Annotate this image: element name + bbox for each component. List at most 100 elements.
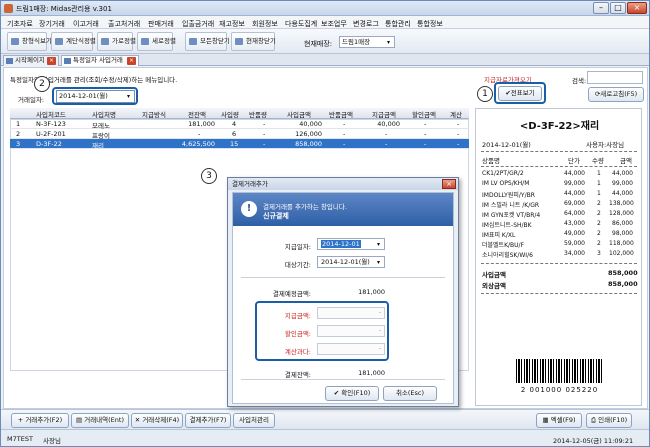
divider bbox=[481, 293, 637, 294]
column-header[interactable]: 지급금액 bbox=[372, 109, 396, 119]
table-row[interactable]: 1 N-3F-123 모레노 181,000 4 - 40,000 - 40,0… bbox=[10, 119, 469, 130]
banner-subtitle: 신규결제 bbox=[263, 212, 289, 220]
cell-qty: 4 bbox=[232, 120, 237, 128]
column-header[interactable]: 반품금액 bbox=[329, 109, 353, 119]
receipt-user: 사용자:사장님 bbox=[586, 141, 625, 149]
close-tab-icon[interactable]: × bbox=[47, 57, 56, 65]
item-amount: 86,000 bbox=[612, 220, 633, 227]
cell-code: D-3F-22 bbox=[36, 140, 62, 148]
receipt-item: IM심트니트-SH/BK 43,000 2 86,000 bbox=[482, 220, 638, 229]
close-button[interactable]: × bbox=[627, 2, 647, 14]
item-price: 44,000 bbox=[564, 190, 585, 197]
maximize-button[interactable]: □ bbox=[610, 2, 626, 14]
menu-bar: 기초자료 장기거래 이고거래 출고처거래 판매거래 입출금거래 재고정보 회원정… bbox=[1, 16, 649, 29]
menu-item[interactable]: 장기거래 bbox=[39, 19, 65, 29]
menu-item[interactable]: 판매거래 bbox=[148, 19, 174, 29]
item-amount: 99,000 bbox=[612, 180, 633, 187]
vertical-icon bbox=[141, 38, 149, 45]
cell-calc: - bbox=[457, 120, 460, 128]
date-label: 거래일자: bbox=[18, 96, 45, 104]
menu-item[interactable]: 변경로그 bbox=[353, 19, 379, 29]
column-header[interactable]: 사입처코드 bbox=[36, 109, 66, 119]
column-header[interactable]: 사입처명 bbox=[92, 109, 116, 119]
button-label: 결제추가(F7) bbox=[189, 416, 227, 424]
menu-item[interactable]: 통합관리 bbox=[385, 19, 411, 29]
close-all-button[interactable]: 모든창닫기 bbox=[185, 32, 230, 51]
refresh-button[interactable]: ⟳새로고침(F5) bbox=[588, 87, 644, 102]
add-payment-button[interactable]: 결제추가(F7) bbox=[185, 413, 231, 428]
tile-horizontal-button[interactable]: 가로정렬 bbox=[97, 32, 136, 51]
menu-item[interactable]: 회원정보 bbox=[252, 19, 278, 29]
add-transaction-button[interactable]: + 거래추가(F2) bbox=[11, 413, 69, 428]
search-input[interactable] bbox=[587, 71, 643, 84]
info-icon: ! bbox=[241, 201, 257, 217]
item-qty: 3 bbox=[597, 250, 601, 257]
cell-paid: - bbox=[385, 130, 388, 138]
pay-date-value: 2014-12-01 bbox=[321, 240, 361, 248]
button-label: 거래내역(Ent) bbox=[84, 416, 124, 424]
menu-item[interactable]: 재고정보 bbox=[219, 19, 245, 29]
column-header[interactable]: 할인금액 bbox=[412, 109, 436, 119]
app-window: 드림1매장: Midas관리용 v.301 – □ × 기초자료 장기거래 이고… bbox=[0, 0, 650, 447]
close-tab-icon[interactable]: × bbox=[127, 57, 136, 65]
highlight-amounts bbox=[255, 301, 389, 361]
cell-return-qty: - bbox=[263, 120, 266, 128]
cell-amount: 40,000 bbox=[299, 120, 322, 128]
table-row-selected[interactable]: 3 D-3F-22 재리 4,625,500 15 - 858,000 - - … bbox=[10, 139, 469, 150]
item-qty: 1 bbox=[597, 180, 601, 187]
receipt-item: 소니아리힐SK/WI/6 34,000 3 102,000 bbox=[482, 250, 638, 259]
button-label: 현재창닫기 bbox=[246, 37, 276, 45]
column-header[interactable]: 전잔액 bbox=[188, 109, 206, 119]
item-amount: 128,000 bbox=[609, 210, 634, 217]
supplier-manage-button[interactable]: 사입처관리 bbox=[233, 413, 275, 428]
excel-button[interactable]: ▦ 엑셀(F9) bbox=[536, 413, 582, 428]
ok-button[interactable]: ✔ 확인(F10) bbox=[325, 386, 379, 401]
item-name: 더블벨트K/BU/F bbox=[482, 242, 525, 249]
table-row[interactable]: 2 U-2F-201 프랑이 - 6 - 126,000 - - - - bbox=[10, 129, 469, 140]
cell-discount: - bbox=[424, 140, 427, 148]
button-label: 취소(Esc) bbox=[395, 389, 425, 397]
transaction-history-button[interactable]: ▤ 거래내역(Ent) bbox=[71, 413, 129, 428]
column-header[interactable]: 사입금액 bbox=[287, 109, 311, 119]
store-select[interactable]: 드림1매장 ▾ bbox=[339, 36, 395, 48]
close-current-button[interactable]: 현재창닫기 bbox=[231, 32, 276, 51]
print-button[interactable]: ⎙ 인쇄(F10) bbox=[586, 413, 632, 428]
item-amount: 102,000 bbox=[609, 250, 634, 257]
menu-item[interactable]: 기초자료 bbox=[7, 19, 33, 29]
tab-purchase[interactable]: 특정일자 사입거래 × bbox=[61, 55, 139, 66]
barcode-number: 2 001000 025220 bbox=[520, 386, 599, 394]
button-label: 새로고침(F5) bbox=[600, 90, 638, 98]
period-select[interactable]: 2014-12-01(월) ▾ bbox=[317, 256, 385, 268]
menu-item[interactable]: 출고처거래 bbox=[108, 19, 140, 29]
expected-value: 181,000 bbox=[358, 288, 385, 296]
tile-windows-button[interactable]: 창형식보기 bbox=[7, 32, 52, 51]
column-header[interactable]: 지급방식 bbox=[142, 109, 166, 119]
item-qty: 2 bbox=[597, 210, 601, 217]
toolbar: 창형식보기 계단식정렬 가로정렬 세로정렬 모든창닫기 현재창닫기 현재매장: … bbox=[1, 29, 649, 54]
menu-item[interactable]: 다용도집계 bbox=[285, 19, 317, 29]
column-header[interactable]: 사입량 bbox=[221, 109, 239, 119]
receipt-item: 더블벨트K/BU/F 59,000 2 118,000 bbox=[482, 240, 638, 249]
column-header[interactable]: 반품량 bbox=[249, 109, 267, 119]
pay-date-picker[interactable]: 2014-12-01 ▾ bbox=[317, 238, 385, 250]
receipt-item: IMDOLLY원피/Y/BR 44,000 1 44,000 bbox=[482, 190, 638, 199]
dialog-close-icon[interactable]: × bbox=[442, 179, 456, 189]
menu-item[interactable]: 보조업무 bbox=[321, 19, 347, 29]
grid-header: 사입처코드 사입처명 지급방식 전잔액 사입량 반품량 사입금액 반품금액 지급… bbox=[10, 108, 469, 119]
item-name: 소니아리힐SK/WI/6 bbox=[482, 252, 533, 259]
item-name: IM심트니트-SH/BK bbox=[482, 222, 532, 229]
button-label: 창형식보기 bbox=[22, 37, 52, 45]
cascade-button[interactable]: 계단식정렬 bbox=[51, 32, 96, 51]
column-header[interactable]: 계산 bbox=[450, 109, 462, 119]
tile-vertical-button[interactable]: 세로정렬 bbox=[137, 32, 176, 51]
menu-item[interactable]: 통합정보 bbox=[417, 19, 443, 29]
delete-transaction-button[interactable]: ✕ 거래삭제(F4) bbox=[131, 413, 183, 428]
period-value: 2014-12-01(월) bbox=[321, 258, 370, 266]
cancel-button[interactable]: 취소(Esc) bbox=[383, 386, 437, 401]
col-qty: 수량 bbox=[592, 157, 604, 165]
menu-item[interactable]: 입출금거래 bbox=[182, 19, 214, 29]
minimize-button[interactable]: – bbox=[593, 2, 609, 14]
button-label: 엑셀(F9) bbox=[550, 416, 576, 424]
menu-item[interactable]: 이고거래 bbox=[73, 19, 99, 29]
tab-start-page[interactable]: 시작페이지 × bbox=[3, 55, 59, 66]
